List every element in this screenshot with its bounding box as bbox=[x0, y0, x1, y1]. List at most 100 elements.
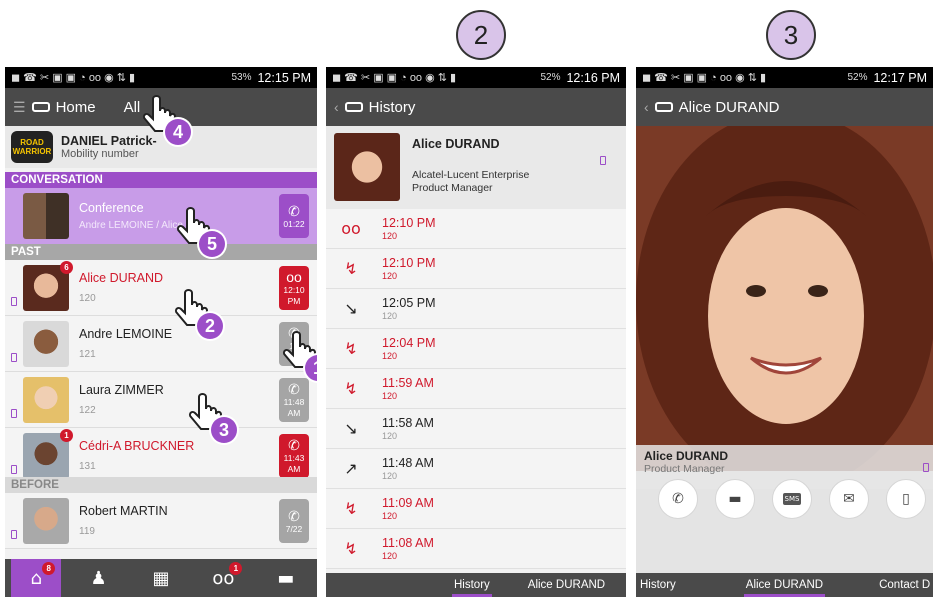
status-icons: ◼ ☎ ✂ ▣ ▣ ◔ ᴏᴏ ◉ ⇅ ▮ bbox=[332, 72, 457, 84]
back-chevron-icon[interactable]: ‹ bbox=[334, 99, 339, 115]
call-button[interactable]: ✆ bbox=[658, 479, 698, 519]
call-button[interactable]: ✆ 7/22 bbox=[279, 499, 309, 543]
home-icon: ⌂ bbox=[30, 567, 42, 589]
before-header: BEFORE bbox=[5, 477, 317, 493]
mobile-device-icon bbox=[923, 463, 929, 472]
missed-call-button[interactable]: ✆ 11:43 AM bbox=[279, 434, 309, 478]
tab-contact[interactable]: Alice DURAND bbox=[736, 573, 833, 597]
history-row[interactable]: ↘ 12:05 PM 120 bbox=[326, 289, 626, 329]
list-item[interactable]: Laura ZIMMER 122 ✆ 11:48 AM bbox=[5, 372, 317, 428]
contact-number: 120 bbox=[79, 293, 96, 304]
tab-contact-details[interactable]: Contact D bbox=[869, 573, 933, 597]
status-icons: ◼ ☎ ✂ ▣ ▣ ◔ ᴏᴏ ◉ ⇅ ▮ bbox=[642, 72, 767, 84]
history-row[interactable]: ↘ 11:58 AM 120 bbox=[326, 409, 626, 449]
tutorial-figure: 2 3 ◼ ☎ ✂ ▣ ▣ ◔ ᴏᴏ ◉ ⇅ ▮ 53% 12:15 PM ☰ … bbox=[0, 0, 933, 597]
history-time: 11:08 AM bbox=[382, 536, 434, 550]
dialpad-icon: ▦ bbox=[152, 567, 170, 589]
history-number: 120 bbox=[382, 231, 398, 241]
contact-name: Cédri-A BRUCKNER bbox=[79, 439, 195, 453]
voicemail-button[interactable]: ᴏᴏ 12:10 PM bbox=[279, 266, 309, 310]
history-number: 120 bbox=[382, 391, 398, 401]
nav-home[interactable]: ⌂ 8 bbox=[11, 559, 62, 597]
hand-pointer-icon: 5 bbox=[175, 207, 225, 257]
filter-dropdown[interactable]: All bbox=[124, 99, 141, 116]
call-button[interactable]: ✆ 11:48 AM bbox=[279, 378, 309, 422]
history-number: 120 bbox=[382, 271, 398, 281]
avatar bbox=[334, 133, 400, 201]
nav-contacts[interactable]: ♟ bbox=[74, 559, 124, 597]
history-number: 120 bbox=[382, 471, 398, 481]
contact-name: Laura ZIMMER bbox=[79, 383, 164, 397]
voicemail-call-icon: ᴏᴏ bbox=[341, 219, 361, 238]
step-3-marker: 3 bbox=[766, 10, 816, 60]
mobile-icon: ▯ bbox=[902, 491, 910, 507]
voicemail-badge: 1 bbox=[229, 562, 243, 575]
contact-number: 131 bbox=[79, 461, 96, 472]
tab-bar: History Alice DURAND bbox=[326, 573, 626, 597]
history-time: 12:10 PM bbox=[382, 216, 436, 230]
email-button[interactable]: ✉ bbox=[829, 479, 869, 519]
road-warrior-badge: ROAD WARRIOR bbox=[11, 131, 53, 163]
back-chevron-icon[interactable]: ‹ bbox=[644, 99, 649, 115]
chat-button[interactable]: ▬ bbox=[715, 479, 755, 519]
mobile-device-icon bbox=[11, 353, 17, 362]
hand-pointer-icon: 2 bbox=[173, 289, 223, 339]
history-time: 12:04 PM bbox=[382, 336, 436, 350]
list-item[interactable]: Robert MARTIN 119 ✆ 7/22 bbox=[5, 493, 317, 549]
clock: 12:15 PM bbox=[257, 70, 311, 85]
list-item[interactable]: 6 Alice DURAND 120 ᴏᴏ 12:10 PM bbox=[5, 260, 317, 316]
contact-name: Andre LEMOINE bbox=[79, 327, 173, 341]
battery-level: 52% bbox=[540, 72, 561, 83]
history-number: 120 bbox=[382, 511, 398, 521]
status-bar: ◼ ☎ ✂ ▣ ▣ ◔ ᴏᴏ ◉ ⇅ ▮ 53% 12:15 PM bbox=[5, 67, 317, 88]
history-row[interactable]: ᴏᴏ 12:10 PM 120 bbox=[326, 209, 626, 249]
conference-row[interactable]: Conference Andre LEMOINE / Alice D ✆ 01:… bbox=[5, 188, 317, 244]
status-bar: ◼ ☎ ✂ ▣ ▣ ◔ ᴏᴏ ◉ ⇅ ▮ 52% 12:17 PM bbox=[636, 67, 933, 88]
history-row[interactable]: ↯ 11:08 AM 120 bbox=[326, 529, 626, 569]
voicemail-icon: ᴏᴏ bbox=[286, 269, 302, 285]
menu-icon[interactable]: ☰ bbox=[13, 99, 26, 116]
phone-icon: ✆ bbox=[288, 437, 300, 453]
sms-button[interactable]: SMS bbox=[772, 479, 812, 519]
tab-history[interactable]: History bbox=[636, 573, 686, 597]
phone-icon: ✆ bbox=[288, 202, 300, 219]
avatar: 6 bbox=[23, 260, 73, 311]
app-logo-icon bbox=[654, 102, 673, 112]
person-icon: ♟ bbox=[90, 567, 107, 589]
contact-number: 119 bbox=[79, 526, 95, 537]
contact-photo bbox=[636, 111, 933, 491]
chat-icon: ▬ bbox=[277, 567, 295, 589]
nav-dialpad[interactable]: ▦ bbox=[136, 559, 186, 597]
conference-call-button[interactable]: ✆ 01:22 bbox=[279, 194, 309, 238]
contact-role: Product Manager bbox=[412, 182, 493, 194]
bottom-nav: ⌂ 8 ♟ ▦ ᴏᴏ 1 ▬ bbox=[5, 559, 317, 597]
mobile-device-icon bbox=[11, 530, 17, 539]
home-badge: 8 bbox=[42, 562, 56, 575]
history-number: 120 bbox=[382, 311, 398, 321]
app-bar: ‹ Alice DURAND bbox=[636, 88, 933, 126]
hand-pointer-icon: 4 bbox=[141, 95, 191, 145]
history-number: 120 bbox=[382, 431, 398, 441]
hand-pointer-icon: 1 bbox=[281, 331, 317, 381]
battery-level: 52% bbox=[847, 72, 868, 83]
phone-icon: ✆ bbox=[288, 381, 300, 397]
step-2-marker: 2 bbox=[456, 10, 506, 60]
tab-history[interactable]: History bbox=[444, 573, 500, 597]
tab-contact[interactable]: Alice DURAND bbox=[518, 573, 615, 597]
list-item[interactable]: 1 Cédri-A BRUCKNER 131 ✆ 11:43 AM bbox=[5, 428, 317, 484]
history-row[interactable]: ↯ 12:04 PM 120 bbox=[326, 329, 626, 369]
missed-call-icon: ↯ bbox=[344, 379, 358, 398]
list-item[interactable]: Andre LEMOINE 121 ✆ 12 P bbox=[5, 316, 317, 372]
history-row[interactable]: ↯ 12:10 PM 120 bbox=[326, 249, 626, 289]
missed-call-icon: ↯ bbox=[344, 259, 358, 278]
mobile-device-icon bbox=[11, 409, 17, 418]
nav-voicemail[interactable]: ᴏᴏ 1 bbox=[198, 559, 248, 597]
mobile-device-icon bbox=[11, 465, 17, 474]
battery-level: 53% bbox=[231, 72, 252, 83]
contact-card[interactable]: Alice DURAND Alcatel-Lucent Enterprise P… bbox=[326, 126, 626, 209]
nav-chat[interactable]: ▬ bbox=[261, 559, 311, 597]
history-row[interactable]: ↗ 11:48 AM 120 bbox=[326, 449, 626, 489]
mobile-button[interactable]: ▯ bbox=[886, 479, 926, 519]
history-row[interactable]: ↯ 11:59 AM 120 bbox=[326, 369, 626, 409]
history-row[interactable]: ↯ 11:09 AM 120 bbox=[326, 489, 626, 529]
